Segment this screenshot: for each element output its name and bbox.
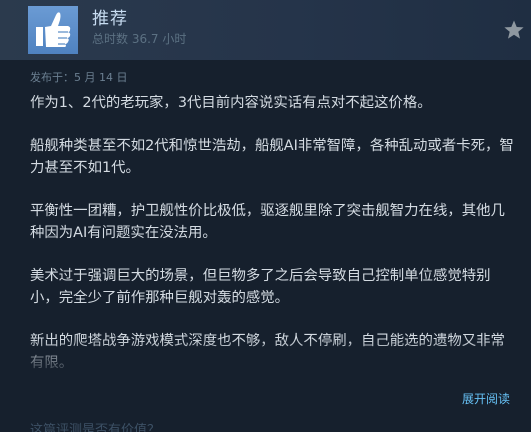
review-paragraph: 平衡性一团糟，护卫舰性价比极低，驱逐舰里除了突击舰智力在线，其他几种因为AI有问…: [30, 203, 505, 241]
posted-date: 发布于：5 月 14 日: [30, 71, 128, 84]
review-paragraph: 作为1、2代的老玩家，3代目前内容说实话有点对不起这价格。: [30, 95, 432, 111]
star-icon[interactable]: [503, 19, 525, 41]
helpful-prompt: 这篇评测是否有价值？: [30, 423, 161, 432]
review-paragraph: 美术过于强调巨大的场景，但巨物多了之后会导致自己控制单位感觉特别小，完全少了前作…: [30, 268, 491, 306]
review-header: 推荐 总时数 36.7 小时: [0, 0, 531, 60]
expand-review-link[interactable]: 展开阅读: [462, 391, 510, 407]
thumbs-up-icon: [28, 6, 78, 54]
review-paragraph: 船舰种类甚至不如2代和惊世浩劫，船舰AI非常智障，各种乱动或者卡死，智力甚至不如…: [30, 138, 514, 176]
playtime-hours: 总时数 36.7 小时: [92, 32, 187, 46]
review-verdict: 推荐: [92, 9, 128, 29]
review-body: 作为1、2代的老玩家，3代目前内容说实话有点对不起这价格。 船舰种类甚至不如2代…: [30, 92, 518, 372]
review-card: 推荐 总时数 36.7 小时 发布于：5 月 14 日 作为1、2代的老玩家，3…: [0, 0, 531, 432]
review-paragraph: 新出的爬塔战争游戏模式深度也不够，敌人不停刷，自己能选的遗物又非常有限。: [30, 333, 505, 371]
